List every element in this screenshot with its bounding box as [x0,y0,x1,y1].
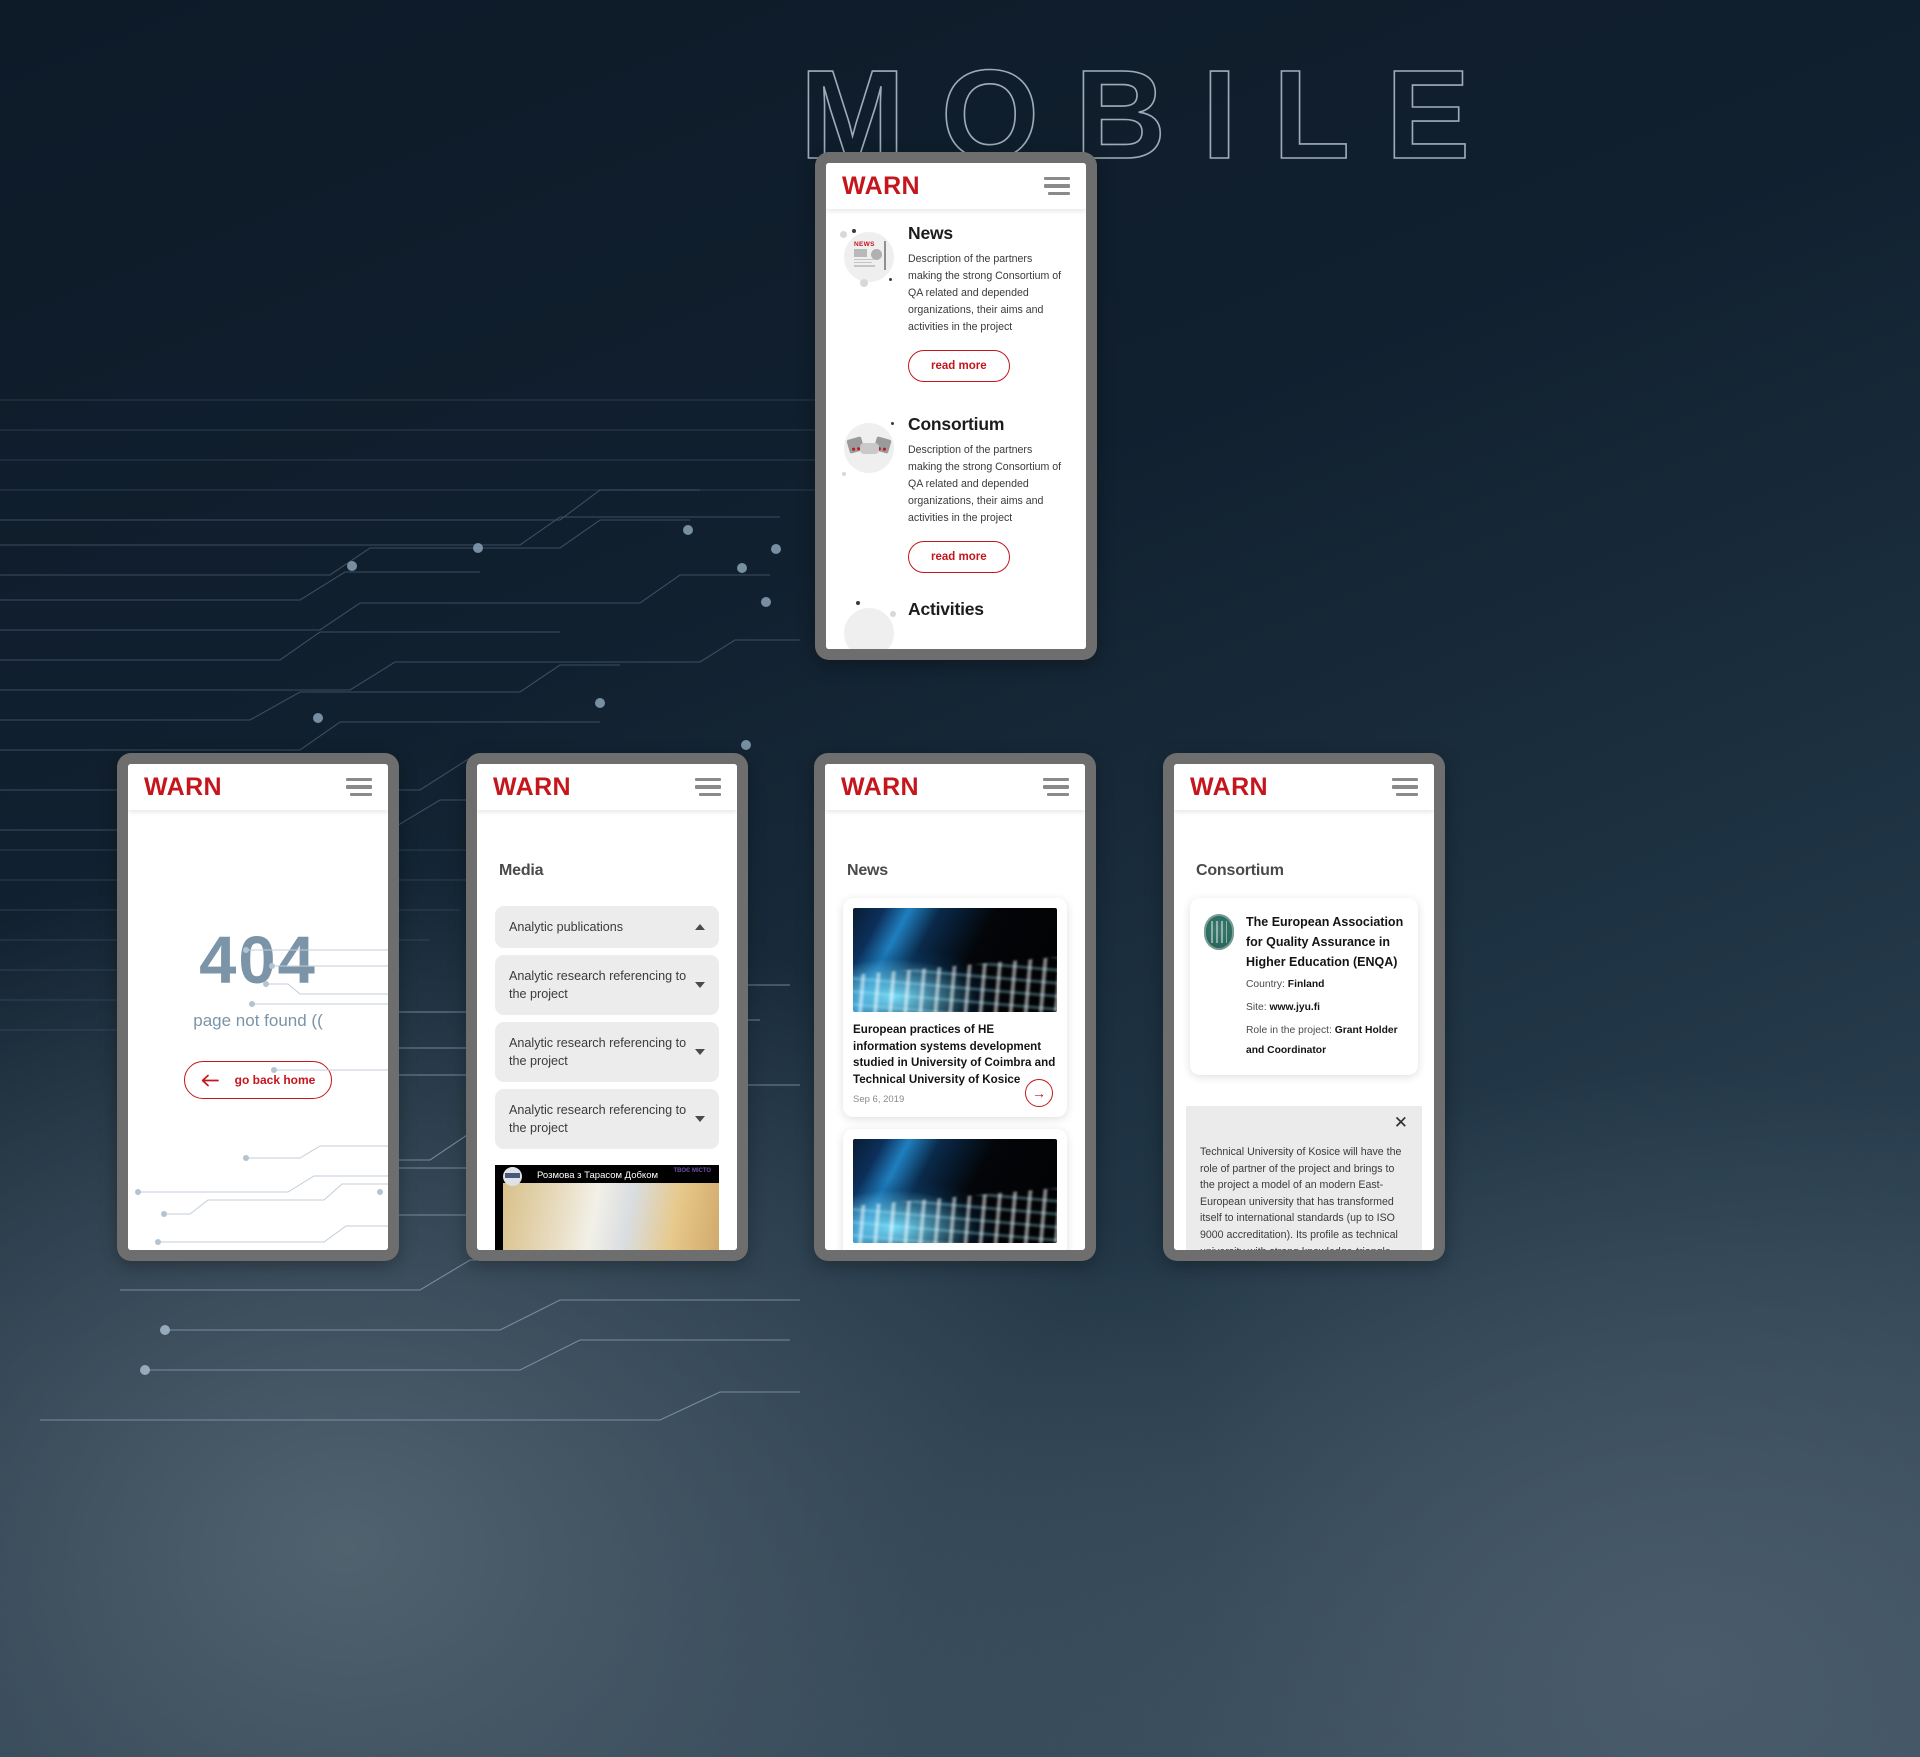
channel-logo: ТВОЄ МІСТО [673,1168,711,1174]
chevron-up-icon [695,924,705,930]
section-heading: Activities [908,599,984,619]
accordion-label: Analytic research referencing to the pro… [509,1103,687,1135]
home-section-activities: Activities [826,573,1086,649]
channel-avatar [503,1167,522,1186]
arrow-right-icon[interactable]: → [1025,1079,1053,1107]
section-heading: News [908,223,953,243]
accordion-item[interactable]: Analytic publications [495,906,719,948]
error-content: 404 page not found (( go back home ★ ★ ★… [128,810,388,1250]
section-heading: Consortium [908,414,1005,434]
news-card[interactable]: European practices of HE information sys… [843,898,1067,1117]
warn-logo[interactable]: WARN [493,773,571,802]
news-image [853,1139,1057,1243]
home-section-consortium: Consortium Description of the partners m… [826,382,1086,573]
phone-screen-consortium: WARN Consortium The European Association… [1174,764,1434,1250]
home-section-news: NEWS News Description of the partners ma… [826,209,1086,382]
country-value: Finland [1287,979,1325,990]
news-content: News European practices of HE informatio… [825,810,1085,1250]
modal-text: Technical University of Kosice will have… [1200,1146,1402,1250]
phone-screen-404: WARN 404 page not found ((go back home [128,764,388,1250]
circuit-pattern-decoration [135,947,388,1245]
phone-mockup-404: WARN 404 page not found ((go back home [117,753,399,1261]
page-heading: News [847,862,888,879]
phone-mockup-consortium: WARN Consortium The European Association… [1163,753,1445,1261]
app-bar: WARN [128,764,388,810]
close-icon[interactable]: ✕ [1394,1114,1408,1131]
media-content: Media Analytic publications Analytic res… [477,810,737,1250]
app-bar: WARN [1174,764,1434,810]
phone-screen-news: WARN News European practices of HE infor… [825,764,1085,1250]
hamburger-menu-icon[interactable] [1392,777,1418,797]
phone-mockup-media: WARN Media Analytic publications Analyti… [466,753,748,1261]
hamburger-menu-icon[interactable] [695,777,721,797]
accordion-item[interactable]: Analytic research referencing to the pro… [495,955,719,1015]
page-heading: Media [499,862,544,879]
section-body: Description of the partners making the s… [908,444,1062,524]
app-bar: WARN [825,764,1085,810]
warn-logo[interactable]: WARN [842,172,920,201]
consortium-content: Consortium The European Association for … [1174,810,1434,1250]
chevron-down-icon [695,1116,705,1122]
news-image [853,908,1057,1012]
warn-logo[interactable]: WARN [1190,773,1268,802]
chevron-down-icon [695,1049,705,1055]
hamburger-menu-icon[interactable] [1044,176,1070,196]
partner-site: Site: www.jyu.fi [1246,998,1404,1018]
warn-logo[interactable]: WARN [841,773,919,802]
video-thumbnail[interactable]: Розмова з Тарасом Добком ТВОЄ МІСТО [495,1165,719,1250]
accordion-label: Analytic research referencing to the pro… [509,969,687,1001]
phone-mockup-home: WARN NEWS News Description of the partne… [815,152,1097,660]
enqa-logo-icon [1204,914,1234,950]
app-bar: WARN [826,163,1086,209]
warn-logo[interactable]: WARN [144,773,222,802]
hamburger-menu-icon[interactable] [1043,777,1069,797]
accordion-list: Analytic publications Analytic research … [477,880,737,1149]
news-title: European practices of HE information sys… [853,1023,1056,1086]
phone-screen-media: WARN Media Analytic publications Analyti… [477,764,737,1250]
partner-detail-modal: ✕ Technical University of Kosice will ha… [1186,1106,1422,1250]
site-value[interactable]: www.jyu.fi [1269,1002,1320,1013]
handshake-icon [840,420,896,476]
accordion-label: Analytic research referencing to the pro… [509,1036,687,1068]
accordion-label: Analytic publications [509,920,624,934]
partner-card[interactable]: The European Association for Quality Ass… [1190,898,1418,1075]
newspaper-icon: NEWS [840,229,896,287]
read-more-button-news[interactable]: read more [908,350,1010,382]
partner-country: Country: Finland [1246,975,1404,995]
country-label: Country: [1246,979,1285,990]
role-label: Role in the project: [1246,1025,1332,1036]
phone-screen-home: WARN NEWS News Description of the partne… [826,163,1086,649]
chevron-down-icon [695,982,705,988]
phone-mockup-news: WARN News European practices of HE infor… [814,753,1096,1261]
page-heading: Consortium [1196,862,1284,879]
accordion-item[interactable]: Analytic research referencing to the pro… [495,1022,719,1082]
app-bar: WARN [477,764,737,810]
section-body: Description of the partners making the s… [908,253,1062,333]
activities-icon [840,601,896,649]
hamburger-menu-icon[interactable] [346,777,372,797]
partner-role: Role in the project: Grant Holder and Co… [1246,1021,1404,1061]
partner-name: The European Association for Quality Ass… [1246,915,1404,969]
read-more-button-consortium[interactable]: read more [908,541,1010,573]
home-content: NEWS News Description of the partners ma… [826,209,1086,649]
site-label: Site: [1246,1002,1267,1013]
news-card[interactable] [843,1129,1067,1250]
video-title: Розмова з Тарасом Добком [537,1170,659,1181]
accordion-item[interactable]: Analytic research referencing to the pro… [495,1089,719,1149]
